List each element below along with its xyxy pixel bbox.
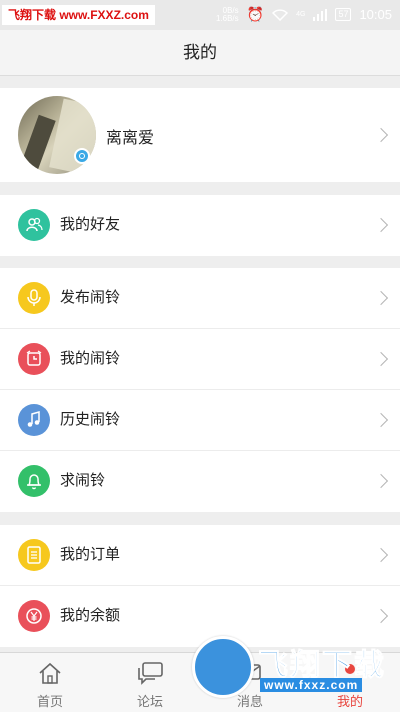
verified-badge-icon (74, 148, 90, 164)
menu-item-label: 历史闹铃 (60, 411, 121, 428)
chevron-right-icon (373, 608, 389, 624)
header: 我的 (0, 30, 400, 76)
microphone-icon (18, 282, 50, 314)
alarm-status-icon: ⏰ (246, 6, 265, 22)
friends-icon (18, 209, 50, 241)
menu-item-my-orders[interactable]: 我的订单 (0, 525, 400, 586)
menu-group-friends: 我的好友 (0, 195, 400, 256)
battery-icon: 57 (335, 8, 352, 21)
username: 离离爱 (106, 130, 155, 147)
signal-icon (313, 8, 328, 21)
tab-label: 论坛 (136, 694, 163, 709)
menu-item-request-alarm[interactable]: 求闹铃 (0, 451, 400, 512)
home-icon (39, 662, 61, 684)
site-watermark-logo: 飞翔下载 www.fxxz.com (188, 634, 398, 704)
bell-icon (18, 465, 50, 497)
network-speed: 0B/s 1.6B/s (215, 5, 239, 23)
yuan-coin-icon (18, 600, 50, 632)
status-bar: 飞翔下载 www.FXXZ.com 0B/s 1.6B/s ⏰ 4G 57 10… (0, 0, 400, 30)
signal-label: 4G (296, 11, 306, 18)
tab-forum[interactable]: 论坛 (100, 653, 200, 712)
chevron-right-icon (373, 412, 389, 428)
menu-group-account: 我的订单 我的余额 (0, 525, 400, 647)
menu-group-alarms: 发布闹铃 我的闹铃 历史闹铃 求闹铃 (0, 268, 400, 512)
profile-card[interactable]: 离离爱 (0, 88, 400, 182)
menu-item-label: 求闹铃 (60, 472, 106, 489)
menu-item-label: 发布闹铃 (60, 289, 121, 306)
chevron-right-icon (373, 217, 389, 233)
wifi-icon (272, 8, 289, 21)
menu-item-history-alarms[interactable]: 历史闹铃 (0, 390, 400, 451)
logo-emblem-icon (192, 636, 254, 698)
status-icons: 0B/s 1.6B/s ⏰ 4G 57 10:05 (216, 6, 392, 23)
music-note-icon (18, 404, 50, 436)
alarm-clock-icon (18, 343, 50, 375)
order-list-icon (18, 539, 50, 571)
chevron-right-icon (373, 127, 389, 143)
logo-url: www.fxxz.com (260, 678, 363, 692)
page-title: 我的 (183, 43, 217, 62)
chevron-right-icon (373, 290, 389, 306)
menu-item-publish-alarm[interactable]: 发布闹铃 (0, 268, 400, 329)
tab-label: 首页 (36, 694, 63, 709)
clock: 10:05 (359, 7, 392, 22)
forum-icon (138, 662, 163, 685)
chevron-right-icon (373, 473, 389, 489)
chevron-right-icon (373, 547, 389, 563)
chevron-right-icon (373, 351, 389, 367)
menu-item-label: 我的余额 (60, 607, 121, 624)
menu-item-label: 我的闹铃 (60, 350, 121, 367)
tab-home[interactable]: 首页 (0, 653, 100, 712)
menu-item-label: 我的订单 (60, 546, 121, 563)
menu-item-my-alarms[interactable]: 我的闹铃 (0, 329, 400, 390)
menu-item-label: 我的好友 (60, 216, 121, 233)
watermark-text: 飞翔下载 www.FXXZ.com (2, 5, 155, 25)
menu-item-my-friends[interactable]: 我的好友 (0, 195, 400, 256)
